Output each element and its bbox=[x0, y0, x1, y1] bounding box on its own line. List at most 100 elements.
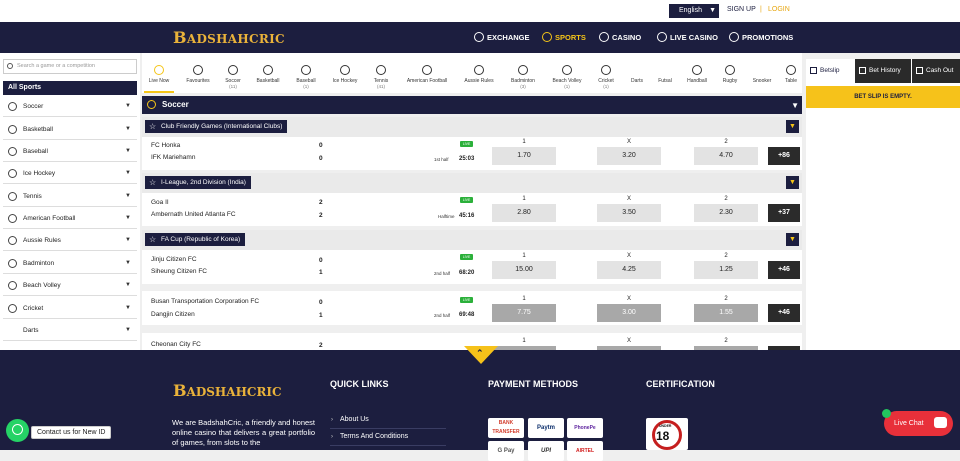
sportbar-darts[interactable]: Darts bbox=[625, 53, 649, 93]
competition-label[interactable]: ☆ I-League, 2nd Division (India) bbox=[145, 176, 251, 189]
more-markets-button[interactable]: +37 bbox=[768, 204, 800, 222]
odd-draw[interactable]: 4.25 bbox=[597, 261, 661, 279]
sportbar-cricket[interactable]: Cricket (1) bbox=[593, 53, 619, 93]
all-sports-heading: All Sports bbox=[3, 81, 137, 95]
odds-header-home: 1 bbox=[522, 196, 526, 202]
live-chat-button[interactable]: Live Chat bbox=[882, 409, 953, 436]
sidebar-item-beach-volley[interactable]: Beach Volley ▼ bbox=[3, 275, 137, 296]
star-icon[interactable]: ☆ bbox=[149, 233, 156, 246]
sportbar-baseball[interactable]: Baseball (1) bbox=[292, 53, 320, 93]
sidebar-item-badminton[interactable]: Badminton ▼ bbox=[3, 253, 137, 274]
odd-away[interactable]: 2.30 bbox=[694, 204, 758, 222]
sportbar-soccer[interactable]: Soccer (11) bbox=[220, 53, 246, 93]
snooker-icon bbox=[757, 65, 767, 75]
match-phase: 1st half bbox=[434, 157, 449, 162]
collapse-icon[interactable]: ▼ bbox=[791, 97, 799, 115]
nav-exchange[interactable]: EXCHANGE bbox=[474, 32, 530, 42]
sportbar-ice-hockey[interactable]: Ice Hockey bbox=[328, 53, 362, 93]
sidebar-item-ice-hockey[interactable]: Ice Hockey ▼ bbox=[3, 163, 137, 184]
more-markets-button[interactable]: +46 bbox=[768, 261, 800, 279]
sportbar-basketball[interactable]: Basketball bbox=[252, 53, 284, 93]
sportbar-beach-volley[interactable]: Beach Volley (1) bbox=[547, 53, 587, 93]
site-logo[interactable]: BADSHAHCRIC bbox=[173, 28, 285, 47]
star-icon[interactable]: ☆ bbox=[149, 176, 156, 189]
odd-away[interactable]: 1.25 bbox=[694, 261, 758, 279]
competition-label[interactable]: ☆ FA Cup (Republic of Korea) bbox=[145, 233, 246, 246]
whatsapp-button[interactable] bbox=[6, 419, 29, 442]
search-input[interactable]: Search a game or a competition bbox=[3, 59, 137, 74]
chevron-up-icon[interactable]: ⌃ bbox=[476, 348, 484, 359]
home-team: Goa II bbox=[151, 199, 169, 206]
match-row[interactable]: Goa II Ambernath United Atlanta FC 2 2 L… bbox=[142, 193, 802, 226]
cash-out-icon bbox=[916, 67, 923, 74]
odds-header-home: 1 bbox=[522, 296, 526, 302]
match-row[interactable]: Jinju Citizen FC Siheung Citizen FC 0 1 … bbox=[142, 250, 802, 284]
whatsapp-contact-label[interactable]: Contact us for New ID bbox=[31, 426, 112, 439]
language-select[interactable]: English ▼ bbox=[669, 4, 719, 18]
sportbar-rugby[interactable]: Rugby bbox=[718, 53, 742, 93]
odd-home[interactable]: 2.80 bbox=[492, 204, 556, 222]
login-link[interactable]: LOGIN bbox=[768, 6, 790, 13]
sidebar-item-baseball[interactable]: Baseball ▼ bbox=[3, 141, 137, 162]
star-icon bbox=[193, 65, 203, 75]
sportbar-badminton[interactable]: Badminton (3) bbox=[505, 53, 541, 93]
odd-home[interactable]: 1.70 bbox=[492, 147, 556, 165]
sidebar-item-tennis[interactable]: Tennis ▼ bbox=[3, 186, 137, 207]
payment-phonepe: PhonePe bbox=[567, 418, 603, 438]
odd-away[interactable]: 4.70 bbox=[694, 147, 758, 165]
chevron-down-icon[interactable]: ▼ bbox=[786, 233, 799, 246]
section-header-soccer[interactable]: Soccer ▼ bbox=[142, 96, 802, 114]
chevron-down-icon[interactable]: ▼ bbox=[786, 176, 799, 189]
tab-betslip[interactable]: Betslip bbox=[806, 59, 854, 83]
competition-label[interactable]: ☆ Club Friendly Games (International Club… bbox=[145, 120, 288, 133]
away-score: 0 bbox=[319, 155, 323, 162]
sidebar-item-american-football[interactable]: American Football ▼ bbox=[3, 208, 137, 229]
tab-cash-out[interactable]: Cash Out bbox=[912, 59, 960, 83]
more-markets-button[interactable]: +46 bbox=[768, 304, 800, 322]
odds-header-home: 1 bbox=[522, 139, 526, 145]
sidebar-item-basketball[interactable]: Basketball ▼ bbox=[3, 119, 137, 140]
sportbar-american-football[interactable]: American Football bbox=[400, 53, 454, 93]
sportbar-snooker[interactable]: Snooker bbox=[748, 53, 776, 93]
online-indicator bbox=[882, 409, 891, 418]
home-score: 2 bbox=[319, 342, 323, 349]
sidebar-item-darts[interactable]: Darts ▼ bbox=[3, 320, 137, 341]
receipt-icon bbox=[810, 67, 817, 74]
more-markets-button[interactable]: +86 bbox=[768, 147, 800, 165]
link-about-us[interactable]: › About Us bbox=[330, 413, 446, 429]
live-badge: LIVE bbox=[460, 254, 473, 260]
sidebar-item-soccer[interactable]: Soccer ▼ bbox=[3, 96, 137, 117]
competition-header: ☆ Club Friendly Games (International Club… bbox=[142, 117, 802, 137]
sportbar-live-now[interactable]: Live Now bbox=[144, 53, 174, 93]
beach-volley-icon bbox=[8, 281, 17, 290]
sidebar-item-cricket[interactable]: Cricket ▼ bbox=[3, 298, 137, 319]
sportbar-futsal[interactable]: Futsal bbox=[653, 53, 677, 93]
sidebar-item-aussie-rules[interactable]: Aussie Rules ▼ bbox=[3, 230, 137, 251]
chevron-down-icon[interactable]: ▼ bbox=[786, 120, 799, 133]
chevron-right-icon: › bbox=[331, 434, 333, 440]
nav-promotions[interactable]: PROMOTIONS bbox=[729, 32, 793, 42]
link-terms[interactable]: › Terms And Conditions bbox=[330, 430, 446, 446]
nav-live-casino[interactable]: LIVE CASINO bbox=[657, 32, 718, 42]
odd-draw[interactable]: 3.50 bbox=[597, 204, 661, 222]
nav-sports[interactable]: SPORTS bbox=[542, 32, 586, 42]
tab-bet-history[interactable]: Bet History bbox=[855, 59, 911, 83]
match-row[interactable]: Busan Transportation Corporation FC Dang… bbox=[142, 291, 802, 325]
history-icon bbox=[859, 67, 866, 74]
live-icon bbox=[154, 65, 164, 75]
tennis-icon bbox=[376, 65, 386, 75]
sportbar-table[interactable]: Table bbox=[782, 53, 800, 93]
sportbar-favourites[interactable]: Favourites bbox=[180, 53, 216, 93]
sportbar-aussie-rules[interactable]: Aussie Rules bbox=[460, 53, 498, 93]
aussie-rules-icon bbox=[8, 236, 17, 245]
match-row[interactable]: FC Honka IFK Mariehamn 0 0 LIVE 1st half… bbox=[142, 137, 802, 170]
live-badge: LIVE bbox=[460, 297, 473, 303]
sportbar-handball[interactable]: Handball bbox=[682, 53, 712, 93]
odd-draw[interactable]: 3.20 bbox=[597, 147, 661, 165]
chevron-down-icon: ▼ bbox=[125, 237, 131, 243]
odd-home[interactable]: 15.00 bbox=[492, 261, 556, 279]
nav-casino[interactable]: CASINO bbox=[599, 32, 641, 42]
signup-link[interactable]: SIGN UP bbox=[727, 6, 756, 13]
sportbar-tennis[interactable]: Tennis (41) bbox=[369, 53, 393, 93]
star-icon[interactable]: ☆ bbox=[149, 120, 156, 133]
